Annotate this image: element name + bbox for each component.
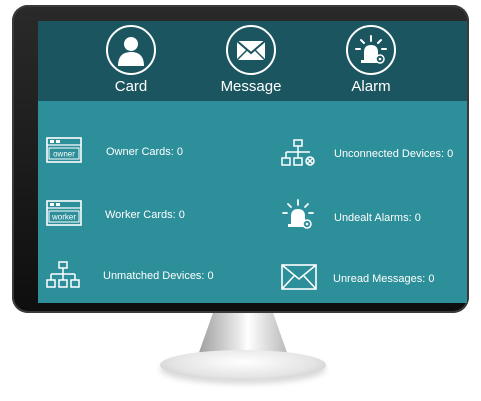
network-disconnected-icon	[281, 139, 315, 166]
stat-unmatched-devices[interactable]: Unmatched Devices: 0	[46, 261, 246, 295]
stat-worker-cards[interactable]: worker Worker Cards: 0	[46, 200, 246, 234]
owner-card-icon-text: owner	[53, 150, 75, 159]
unread-messages-label: Unread Messages: 0	[333, 273, 435, 285]
alarm-light-icon	[282, 199, 314, 229]
nav-alarm-button[interactable]: Alarm	[336, 25, 406, 99]
envelope-icon	[226, 25, 276, 75]
nav-card-button[interactable]: Card	[96, 25, 166, 99]
worker-card-icon-text: worker	[51, 213, 76, 222]
undealt-alarms-label: Undealt Alarms: 0	[334, 212, 421, 224]
nav-message-button[interactable]: Message	[216, 25, 286, 99]
nav-message-label: Message	[220, 78, 282, 95]
top-nav: Card Message Alarm	[38, 21, 467, 101]
alarm-light-icon	[346, 25, 396, 75]
nav-alarm-label: Alarm	[351, 78, 391, 95]
stat-unconnected-devices[interactable]: Unconnected Devices: 0	[281, 139, 466, 173]
worker-card-icon: worker	[46, 200, 82, 226]
monitor-stand-base	[160, 350, 326, 380]
stats-panel: owner Owner Cards: 0 worker Worker Cards…	[38, 101, 467, 303]
user-icon	[106, 25, 156, 75]
network-icon	[46, 261, 80, 288]
stat-unread-messages[interactable]: Unread Messages: 0	[281, 264, 466, 298]
nav-card-label: Card	[114, 78, 148, 95]
monitor-bezel: Card Message Alarm owner Owner Cards: 0 …	[12, 5, 469, 313]
worker-cards-label: Worker Cards: 0	[105, 209, 185, 221]
owner-card-icon: owner	[46, 137, 82, 163]
app-screen: Card Message Alarm owner Owner Cards: 0 …	[38, 21, 467, 303]
stat-undealt-alarms[interactable]: Undealt Alarms: 0	[281, 199, 466, 233]
owner-cards-label: Owner Cards: 0	[106, 146, 184, 158]
unmatched-devices-label: Unmatched Devices: 0	[103, 270, 214, 282]
stat-owner-cards[interactable]: owner Owner Cards: 0	[46, 137, 246, 171]
envelope-icon	[281, 264, 317, 290]
unconnected-devices-label: Unconnected Devices: 0	[334, 148, 454, 160]
